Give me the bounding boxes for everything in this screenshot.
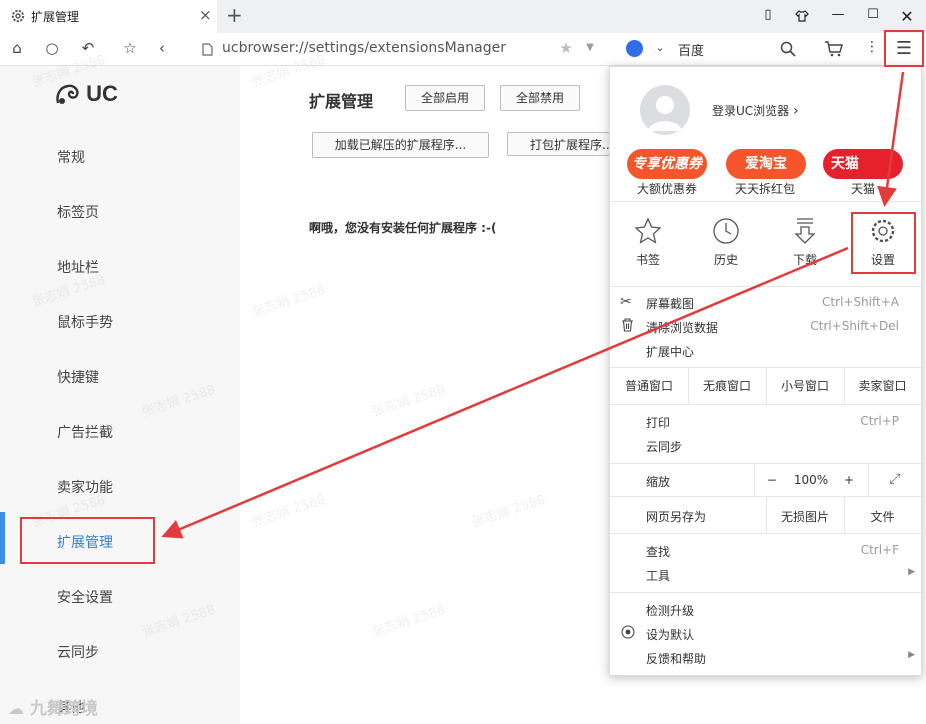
- annotation-arrows: [161, 71, 905, 539]
- arrow-to-settings: [877, 71, 905, 207]
- arrow-to-extensions: [161, 246, 849, 539]
